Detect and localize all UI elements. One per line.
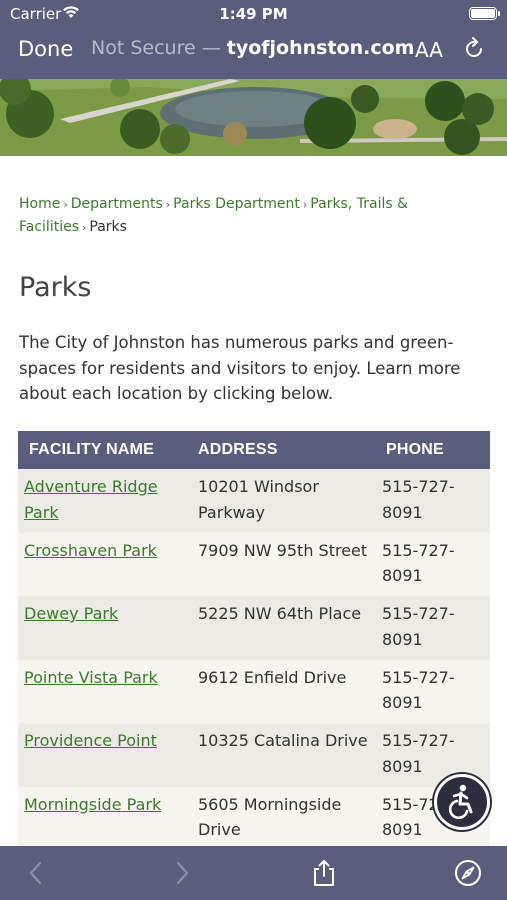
accessibility-button[interactable] <box>434 774 490 830</box>
table-row: Crosshaven Park 7909 NW 95th Street 515-… <box>18 532 490 596</box>
facility-name-cell: Providence Point <box>18 723 192 787</box>
table-header-row: FACILITY NAME ADDRESS PHONE <box>18 431 490 469</box>
phone-cell: 515-727-8091 <box>376 469 490 533</box>
table-row: Dewey Park 5225 NW 64th Place 515-727-80… <box>18 596 490 660</box>
facility-name-cell: Dewey Park <box>18 596 192 660</box>
facility-name-cell: Morningside Park <box>18 786 192 846</box>
facility-link[interactable]: Morningside Park <box>24 795 161 814</box>
column-header-address: ADDRESS <box>192 431 376 469</box>
browser-top-bar: Carrier 1:49 PM Done Not Secure — tyofjo… <box>0 0 507 79</box>
page-title: Parks <box>19 272 92 303</box>
breadcrumb-separator: › <box>302 198 308 211</box>
accessibility-icon <box>448 784 473 820</box>
forward-icon[interactable] <box>167 858 197 888</box>
battery-icon <box>469 7 500 20</box>
done-button[interactable]: Done <box>18 37 73 61</box>
address-bar: Done Not Secure — tyofjohnston.com AA <box>0 28 507 72</box>
address-cell: 10201 Windsor Parkway <box>192 469 376 533</box>
breadcrumb-home[interactable]: Home <box>19 196 60 212</box>
facility-link[interactable]: Providence Point <box>24 731 157 750</box>
column-header-facility-name: FACILITY NAME <box>18 431 192 469</box>
url-host: tyofjohnston.com <box>226 37 415 59</box>
column-header-phone: PHONE <box>376 431 490 469</box>
breadcrumb-departments[interactable]: Departments <box>71 196 163 212</box>
facility-link[interactable]: Crosshaven Park <box>24 541 157 560</box>
status-bar: Carrier 1:49 PM <box>0 0 507 28</box>
facility-name-cell: Adventure Ridge Park <box>18 469 192 533</box>
table-row: Providence Point 10325 Catalina Drive 51… <box>18 723 490 787</box>
breadcrumb-parks-department[interactable]: Parks Department <box>173 196 300 212</box>
share-icon[interactable] <box>309 858 339 888</box>
text-size-button[interactable]: AA <box>415 38 443 62</box>
address-cell: 9612 Enfield Drive <box>192 659 376 723</box>
facility-name-cell: Crosshaven Park <box>18 532 192 596</box>
phone-cell: 515-727-8091 <box>376 532 490 596</box>
breadcrumb-separator: › <box>63 198 68 211</box>
breadcrumb-separator: › <box>165 198 171 211</box>
facility-name-cell: Pointe Vista Park <box>18 659 192 723</box>
breadcrumb-current: Parks <box>89 219 127 235</box>
address-cell: 7909 NW 95th Street <box>192 532 376 596</box>
security-label: Not Secure — <box>91 37 227 59</box>
breadcrumb: Home › Departments › Parks Department › Parks,… <box>19 193 439 239</box>
url-field[interactable]: Not Secure — tyofjohnston.com <box>91 37 414 59</box>
table-row: Adventure Ridge Park 10201 Windsor Parkw… <box>18 469 490 533</box>
table-row: Pointe Vista Park 9612 Enfield Drive 515… <box>18 659 490 723</box>
page-content: Home › Departments › Parks Department › Parks,… <box>0 156 507 846</box>
back-icon[interactable] <box>22 858 52 888</box>
parks-table: FACILITY NAME ADDRESS PHONE Adventure Ri… <box>18 431 490 846</box>
browser-toolbar <box>0 846 507 900</box>
facility-link[interactable]: Dewey Park <box>24 604 118 623</box>
table-row: Morningside Park 5605 Morningside Drive … <box>18 786 490 846</box>
intro-text: The City of Johnston has numerous parks … <box>19 333 461 403</box>
hero-park-photo <box>0 79 507 156</box>
facility-link[interactable]: Pointe Vista Park <box>24 668 158 687</box>
breadcrumb-separator: › <box>82 221 87 234</box>
clock: 1:49 PM <box>219 5 288 23</box>
facility-link[interactable]: Adventure Ridge Park <box>24 477 158 522</box>
compass-icon[interactable] <box>453 858 483 888</box>
reload-icon[interactable] <box>462 36 486 60</box>
phone-cell: 515-727-8091 <box>376 659 490 723</box>
address-cell: 10325 Catalina Drive <box>192 723 376 787</box>
address-cell: 5225 NW 64th Place <box>192 596 376 660</box>
address-cell: 5605 Morningside Drive <box>192 786 376 846</box>
phone-cell: 515-727-8091 <box>376 596 490 660</box>
